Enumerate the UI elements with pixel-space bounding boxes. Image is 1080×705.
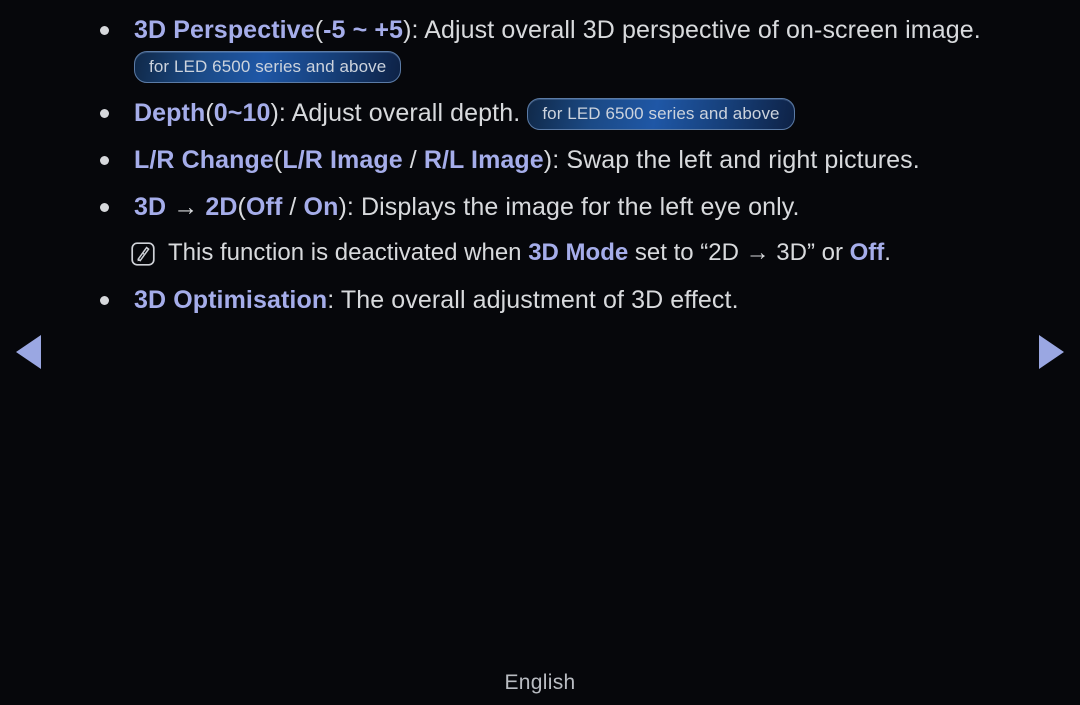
triangle-left-icon[interactable] — [16, 335, 41, 369]
arrow-right-glyph: → — [173, 193, 199, 221]
range-depth: 0~10 — [213, 99, 271, 127]
note-text-middle: set to “2D → 3D” or — [628, 239, 850, 266]
option-rl-image: R/L Image — [423, 146, 544, 174]
note-text-before: This function is deactivated when — [168, 239, 529, 266]
badge-led-6500-depth: for LED 6500 series and above — [527, 98, 795, 130]
list-item-lr-change: L/R Change(L/R Image / R/L Image): Swap … — [0, 142, 1080, 178]
help-screen: 3D Perspective(-5 ~ +5): Adjust overall … — [0, 0, 1080, 705]
description-depth: Adjust overall depth. — [291, 99, 521, 127]
bullet-icon — [100, 156, 109, 165]
option-separator: / — [402, 146, 424, 174]
bullet-icon — [100, 109, 109, 118]
paren-open: ( — [205, 99, 214, 127]
term-lr-change: L/R Change — [134, 146, 274, 174]
paren-close: ) — [270, 99, 279, 127]
option-off: Off — [245, 193, 283, 221]
description-3d-optimisation: The overall adjustment of 3D effect. — [340, 286, 739, 314]
colon: : — [327, 286, 341, 314]
bullet-icon — [100, 296, 109, 305]
paren-close: ) — [403, 16, 412, 44]
option-lr-image: L/R Image — [282, 146, 403, 174]
description-lr-change: Swap the left and right pictures. — [566, 146, 920, 174]
term-depth: Depth — [134, 99, 206, 127]
option-separator: / — [282, 193, 304, 221]
term-3d-perspective: 3D Perspective — [134, 16, 315, 44]
bullet-icon — [100, 203, 109, 212]
list-item-depth: Depth(0~10): Adjust overall depth. for L… — [0, 95, 1080, 131]
help-content: 3D Perspective(-5 ~ +5): Adjust overall … — [0, 0, 1080, 329]
list-item-3d-perspective: 3D Perspective(-5 ~ +5): Adjust overall … — [0, 12, 1080, 84]
bullet-icon — [100, 26, 109, 35]
note-emphasis-3d-mode: 3D Mode — [528, 239, 629, 266]
colon: : — [411, 16, 425, 44]
option-on: On — [303, 193, 339, 221]
note-emphasis-off: Off — [849, 239, 885, 266]
description-3d-to-2d: Displays the image for the left eye only… — [360, 193, 800, 221]
term-3d: 3D — [134, 193, 167, 221]
paren-open: ( — [237, 193, 246, 221]
triangle-right-icon[interactable] — [1039, 335, 1064, 369]
colon: : — [346, 193, 361, 221]
footer-language-label: English — [504, 671, 576, 694]
paren-close: ) — [338, 193, 347, 221]
description-3d-perspective: Adjust overall 3D perspective of on-scre… — [424, 16, 981, 44]
list-item-3d-to-2d: 3D → 2D(Off / On): Displays the image fo… — [0, 189, 1080, 225]
term-3d-optimisation: 3D Optimisation — [134, 286, 328, 314]
colon: : — [552, 146, 567, 174]
note-pencil-icon — [130, 241, 156, 267]
term-2d: 2D — [205, 193, 238, 221]
paren-close: ) — [543, 146, 553, 174]
note-text-after: . — [884, 239, 891, 266]
range-3d-perspective: -5 ~ +5 — [323, 16, 404, 44]
list-item-3d-optimisation: 3D Optimisation: The overall adjustment … — [0, 282, 1080, 318]
paren-open: ( — [314, 16, 324, 44]
note-row: This function is deactivated when 3D Mod… — [0, 235, 1080, 271]
colon: : — [278, 99, 292, 127]
badge-led-6500-perspective: for LED 6500 series and above — [134, 51, 402, 83]
